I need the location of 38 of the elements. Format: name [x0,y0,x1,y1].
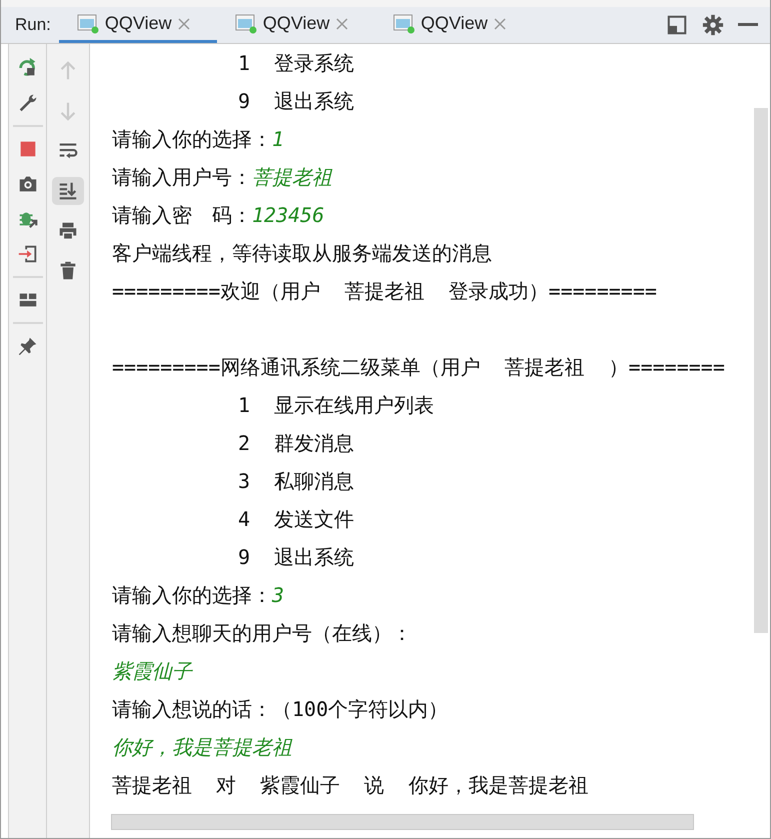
horizontal-scrollbar[interactable] [111,814,694,830]
typed-text: 3 [272,582,284,609]
console-output: 菩提老祖 对 紫霞仙子 说 你好，我是菩提老祖 [112,772,588,799]
typed-text: 你好，我是菩提老祖 [112,734,292,761]
console-output: 客户端线程，等待读取从服务端发送的消息 [112,240,492,267]
window-icon [76,14,99,34]
run-tab[interactable]: QQView [216,7,375,43]
pin-icon[interactable] [16,335,38,357]
console-output: =========欢迎（用户 菩提老祖 登录成功）========= [112,278,657,305]
menu-option: 3 私聊消息 [238,462,354,500]
console-output: =========网络通讯系统二级菜单（用户 菩提老祖 ）======== [112,354,725,381]
console-output: 请输入你的选择： [112,126,272,153]
printer-icon[interactable] [57,220,79,242]
console-output: 请输入密 码： [112,202,252,229]
settings-icon[interactable] [702,14,724,36]
menu-option: 9 退出系统 [238,82,354,120]
run-tab[interactable]: QQView [374,7,533,43]
menu-option: 1 显示在线用户列表 [238,386,434,424]
minimize-icon[interactable] [738,23,758,27]
typed-text: 123456 [252,202,324,229]
scroll-to-end-icon[interactable] [57,180,79,202]
typed-text: 1 [272,126,284,153]
typed-text: 紫霞仙子 [112,658,192,685]
layout-icon[interactable] [666,14,688,36]
window-icon [234,14,257,34]
console-output: 请输入用户号： [112,164,252,191]
vertical-scrollbar[interactable] [754,108,768,633]
window-icon [392,14,415,34]
console-output: 请输入你的选择： [112,582,272,609]
typed-text: 菩提老祖 [252,164,332,191]
panel-title: Run: [14,15,52,35]
menu-option: 4 发送文件 [238,500,354,538]
console-output: 请输入想聊天的用户号（在线）： [112,620,412,647]
exit-icon[interactable] [16,243,38,265]
console-output: 请输入想说的话：（100个字符以内） [112,696,448,723]
menu-option: 9 退出系统 [238,538,354,576]
menu-option: 1 登录系统 [238,44,354,82]
menu-option: 2 群发消息 [238,424,354,462]
